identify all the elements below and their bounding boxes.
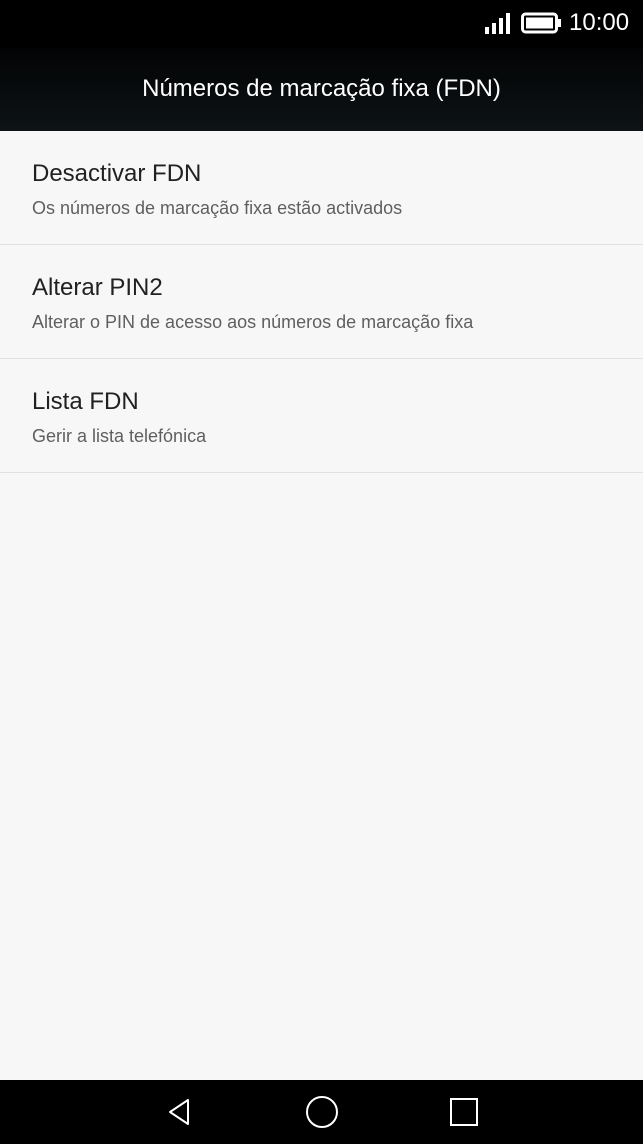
list-item-title: Lista FDN <box>32 388 139 415</box>
signal-icon <box>485 13 510 34</box>
fdn-settings-list: Desactivar FDN Os números de marcação fi… <box>0 131 643 473</box>
page-title: Números de marcação fixa (FDN) <box>142 75 501 102</box>
navigation-bar <box>0 1080 643 1144</box>
home-button[interactable] <box>282 1080 362 1144</box>
list-item-fdn-list[interactable]: Lista FDN Gerir a lista telefónica <box>0 359 643 473</box>
list-item-subtitle: Alterar o PIN de acesso aos números de m… <box>32 312 474 332</box>
list-item-title: Desactivar FDN <box>32 160 202 187</box>
home-icon <box>306 1096 338 1128</box>
back-button[interactable] <box>139 1080 219 1144</box>
list-item-subtitle: Os números de marcação fixa estão activa… <box>32 198 403 218</box>
recents-icon <box>450 1098 478 1126</box>
list-item-change-pin2[interactable]: Alterar PIN2 Alterar o PIN de acesso aos… <box>0 245 643 359</box>
list-item-deactivate-fdn[interactable]: Desactivar FDN Os números de marcação fi… <box>0 131 643 245</box>
back-icon <box>169 1099 189 1125</box>
list-item-title: Alterar PIN2 <box>32 274 163 301</box>
recents-button[interactable] <box>424 1080 504 1144</box>
list-item-subtitle: Gerir a lista telefónica <box>32 426 207 446</box>
status-bar: 10:00 <box>0 0 643 48</box>
battery-icon <box>521 12 561 34</box>
status-time: 10:00 <box>569 9 630 36</box>
